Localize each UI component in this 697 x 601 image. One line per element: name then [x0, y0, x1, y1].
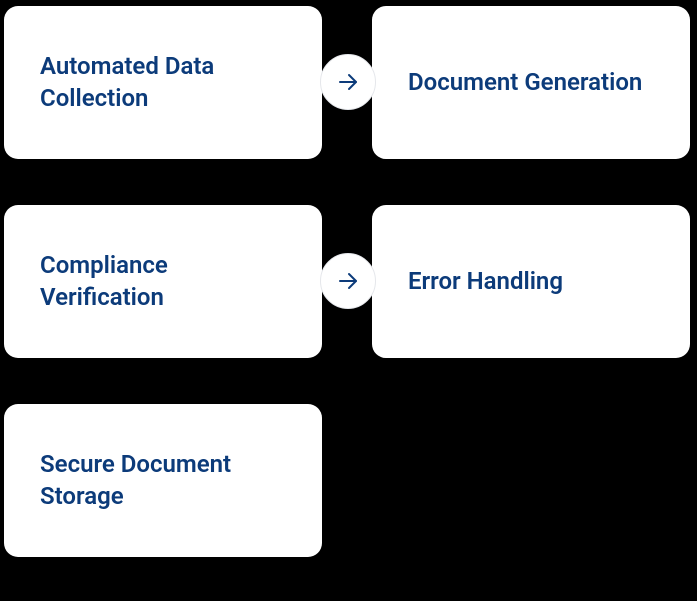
step-label: Secure Document Storage	[40, 449, 286, 511]
step-card-error-handling: Error Handling	[372, 205, 690, 358]
step-card-document-generation: Document Generation	[372, 6, 690, 159]
step-card-automated-data-collection: Automated Data Collection	[4, 6, 322, 159]
process-flow-diagram: Automated Data Collection Document Gener…	[0, 0, 697, 601]
step-label: Document Generation	[408, 67, 642, 98]
step-card-secure-document-storage: Secure Document Storage	[4, 404, 322, 557]
step-card-compliance-verification: Compliance Verification	[4, 205, 322, 358]
step-label: Automated Data Collection	[40, 51, 286, 113]
arrow-right-icon	[320, 54, 376, 110]
arrow-right-icon	[320, 253, 376, 309]
step-label: Compliance Verification	[40, 250, 286, 312]
step-label: Error Handling	[408, 266, 563, 297]
